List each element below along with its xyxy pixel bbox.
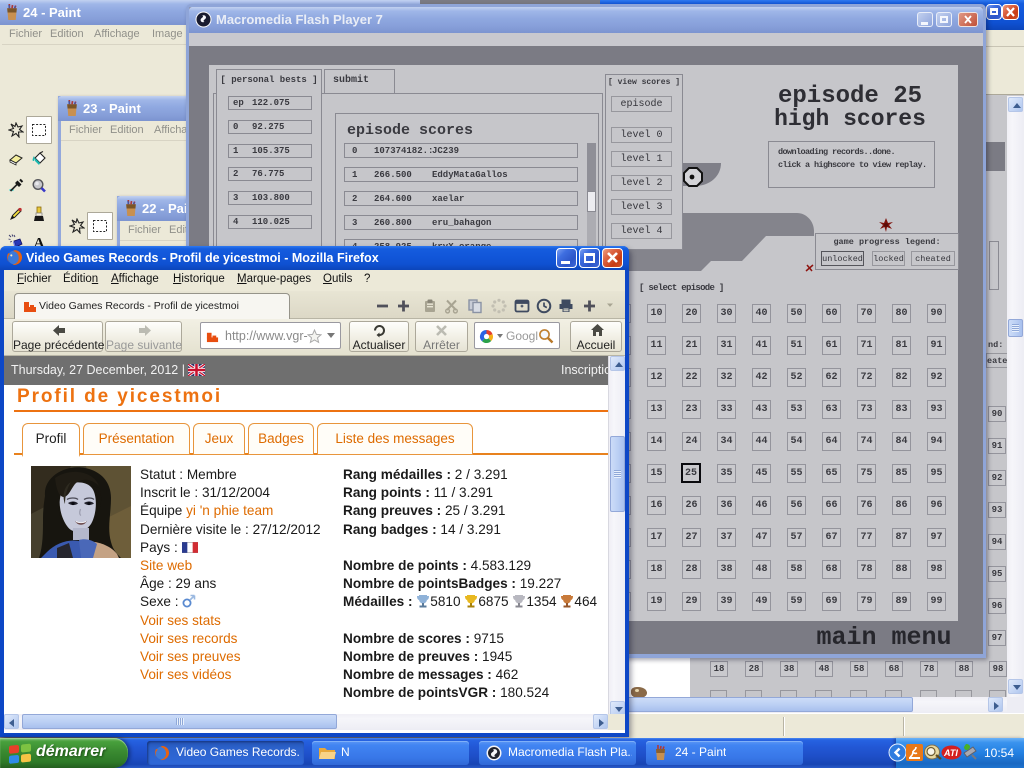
- svg-text:ATI: ATI: [943, 748, 958, 758]
